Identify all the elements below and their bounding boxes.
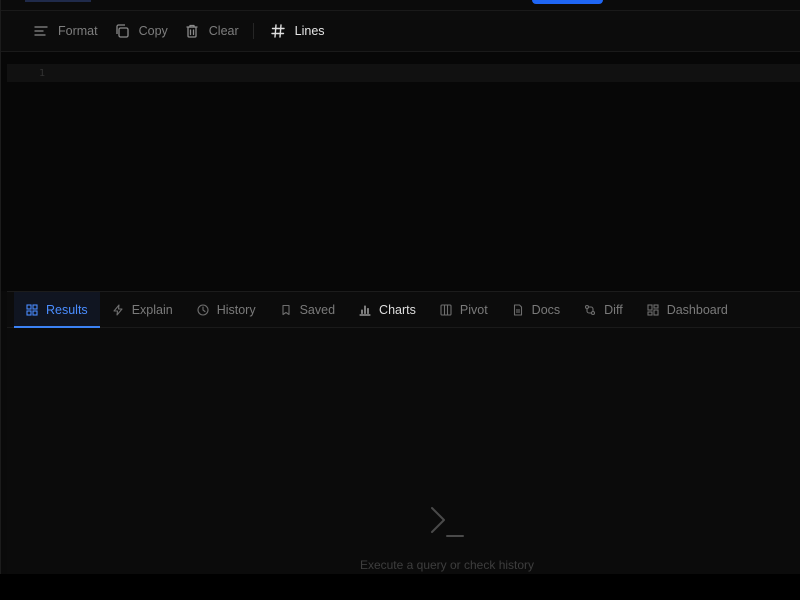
clear-button-label: Clear (208, 24, 239, 38)
bar-chart-icon (359, 304, 371, 316)
tab-diff-label: Diff (604, 302, 623, 317)
tab-explain-label: Explain (131, 302, 173, 317)
format-button-label: Format (58, 24, 98, 38)
lines-toggle-label: Lines (294, 24, 325, 38)
run-query-button[interactable] (532, 0, 603, 4)
terminal-prompt-icon (431, 507, 464, 537)
tab-history[interactable]: History (185, 292, 268, 327)
results-tab-bar: Results Explain History Saved Charts Piv… (7, 292, 800, 328)
tab-history-label: History (216, 302, 256, 317)
document-icon (513, 303, 522, 316)
active-query-tab-indicator[interactable] (25, 0, 91, 2)
clear-button[interactable]: Clear (176, 17, 247, 45)
format-lines-icon (34, 26, 48, 36)
tab-diff[interactable]: Diff (572, 292, 635, 327)
tab-explain[interactable]: Explain (100, 292, 185, 327)
diff-icon (585, 304, 596, 315)
copy-button-label: Copy (138, 24, 168, 38)
toolbar-divider (252, 23, 254, 39)
tab-pivot-label: Pivot (459, 302, 488, 317)
results-empty-state: Execute a query or check history (327, 502, 567, 572)
line-number: 1 (38, 67, 45, 79)
bookmark-icon (282, 304, 290, 315)
sql-code-editor[interactable]: 1 (1, 52, 800, 291)
tab-saved-label: Saved (299, 302, 336, 317)
tab-pivot[interactable]: Pivot (428, 292, 500, 327)
results-panel: Results Explain History Saved Charts Piv… (7, 291, 800, 574)
tab-dashboard-label: Dashboard (666, 302, 728, 317)
tab-docs[interactable]: Docs (500, 292, 572, 327)
sql-editor-app: Format Copy Clear Lines 1 Results Explai… (0, 0, 800, 574)
copy-button[interactable]: Copy (106, 17, 176, 45)
clock-icon (197, 303, 209, 316)
tab-charts-label: Charts (379, 302, 416, 317)
editor-toolbar: Format Copy Clear Lines (1, 11, 800, 52)
format-button[interactable]: Format (25, 17, 106, 45)
tab-charts[interactable]: Charts (347, 292, 428, 327)
tab-dashboard[interactable]: Dashboard (635, 292, 740, 327)
tab-docs-label: Docs (531, 302, 561, 317)
grid-icon (26, 303, 38, 316)
bolt-icon (113, 303, 123, 316)
trash-icon (186, 24, 198, 38)
editor-active-line[interactable]: 1 (7, 64, 800, 82)
copy-icon (115, 24, 129, 38)
tab-results[interactable]: Results (14, 292, 100, 328)
tab-results-label: Results (46, 302, 88, 317)
top-header-strip (1, 0, 800, 11)
hash-icon (270, 24, 285, 38)
columns-icon (440, 303, 452, 316)
empty-state-message: Execute a query or check history (359, 558, 535, 572)
lines-toggle-button[interactable]: Lines (262, 17, 333, 45)
tab-saved[interactable]: Saved (268, 292, 347, 327)
dashboard-icon (647, 303, 659, 316)
